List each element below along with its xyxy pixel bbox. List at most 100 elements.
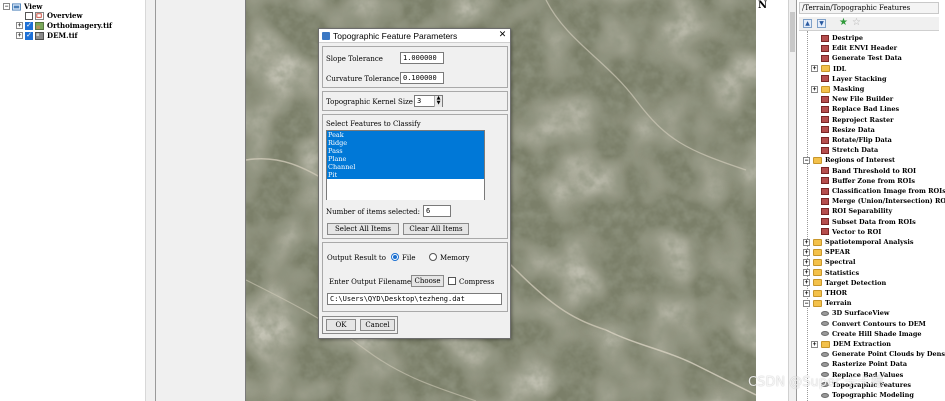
slope-tolerance-input[interactable]: 1.000000 [400,52,444,64]
toolbox-item-label: Statistics [825,268,860,277]
toolbox-item[interactable]: Band Threshold to ROI [821,166,916,176]
toolbox-item[interactable]: + SPEAR [803,247,850,257]
toolbox-item[interactable]: Layer Stacking [821,74,887,84]
expand-all-icon[interactable]: ▲ [803,19,812,28]
folder-icon [813,289,822,297]
toolbox-item[interactable]: + Target Detection [803,278,886,288]
toolbox-item-label: Topographic Modeling [832,391,914,399]
envi-app-icon [322,32,330,40]
collapse-icon[interactable]: − [3,3,10,10]
feature-item-plane[interactable]: Plane [327,155,484,163]
feature-item-ridge[interactable]: Ridge [327,139,484,147]
expand-icon[interactable]: + [803,289,810,297]
toolbox-item[interactable]: Classification Image from ROIs [821,186,945,196]
toolbox-item[interactable]: Resize Data [821,125,875,135]
collapse-icon[interactable]: − [803,156,810,164]
toolbox-item[interactable]: + THOR [803,288,847,298]
toolbox-item[interactable]: Create Hill Shade Image [821,329,922,339]
select-all-button[interactable]: Select All Items [327,223,399,235]
toolbox-item-label: Rasterize Point Data [832,360,908,369]
toolbox-item[interactable]: Generate Test Data [821,53,902,63]
toolbox-item[interactable]: − Regions of Interest [803,155,895,165]
toolbox-item[interactable]: + Masking [811,84,864,94]
toolbox-item[interactable]: Vector to ROI [821,227,881,237]
toolbox-item[interactable]: Rotate/Flip Data [821,135,892,145]
toolbox-item[interactable]: Replace Bad Lines [821,104,899,114]
toolbox-item-label: Vector to ROI [832,227,882,236]
collapse-icon[interactable]: − [803,299,810,307]
toolbox-item[interactable]: Stretch Data [821,145,878,155]
toolbox-item[interactable]: Edit ENVI Header [821,43,897,53]
toolbox-item[interactable]: Generate Point Clouds by Dense [821,349,945,359]
toolbox-search-path[interactable]: /Terrain/Topographic Features [799,2,939,14]
kernel-group: Topographic Kernel Size 3 ▲ ▼ [322,91,508,111]
output-filename-input[interactable]: C:\Users\QYD\Desktop\tezheng.dat [327,293,502,305]
layer-item-dem[interactable]: + ✓ DEM.tif [16,30,78,41]
kernel-size-value: 3 [417,97,422,105]
toolbox-item[interactable]: Reproject Raster [821,115,894,125]
ok-button[interactable]: OK [326,319,356,331]
expand-icon[interactable]: + [811,340,818,348]
toolbox-item[interactable]: + Spatiotemporal Analysis [803,237,914,247]
dialog-button-bar: OK Cancel [322,316,398,334]
toolbox-item[interactable]: 3D SurfaceView [821,308,890,318]
toolbox-item[interactable]: Topographic Modeling [821,390,914,400]
toolbox-item[interactable]: + Spectral [803,257,855,267]
scrollbar-thumb[interactable] [790,12,795,52]
toolbox-item[interactable]: ROI Separability [821,206,892,216]
tool-icon [821,126,829,134]
expand-icon[interactable]: + [803,279,810,287]
expand-icon[interactable]: + [803,238,810,246]
orthoimagery-checkbox[interactable]: ✓ [25,21,33,30]
listbox-empty-area [327,179,484,200]
toolbox-item[interactable]: + Statistics [803,268,859,278]
toolbox-item[interactable]: Convert Contours to DEM [821,319,926,329]
overview-checkbox[interactable] [25,11,33,20]
expand-icon[interactable]: + [803,258,810,266]
collapse-all-icon[interactable]: ▼ [817,19,826,28]
toolbox-item[interactable]: Merge (Union/Intersection) ROIs [821,196,945,206]
toolbox-item[interactable]: Buffer Zone from ROIs [821,176,915,186]
expand-icon[interactable]: + [811,85,818,93]
folder-icon [813,258,822,266]
favorite-icon[interactable]: ☆ [852,18,861,28]
toolbox-item[interactable]: Rasterize Point Data [821,359,907,369]
map-scrollbar[interactable] [788,0,796,401]
spinner-arrows-icon[interactable]: ▲ ▼ [434,96,442,107]
kernel-size-spinner[interactable]: 3 ▲ ▼ [414,95,443,107]
curvature-tolerance-input[interactable]: 0.100000 [400,72,444,84]
feature-listbox[interactable]: Peak Ridge Pass Plane Channel Pit [326,130,485,200]
cancel-button[interactable]: Cancel [360,319,395,331]
clear-all-button[interactable]: Clear All Items [403,223,469,235]
choose-button[interactable]: Choose [411,275,444,287]
toolbox-item-label: THOR [825,289,848,297]
feature-item-pass[interactable]: Pass [327,147,484,155]
feature-item-peak[interactable]: Peak [327,131,484,139]
compress-checkbox[interactable] [448,277,456,285]
memory-radio[interactable] [429,253,437,261]
add-favorite-icon[interactable]: ★ [839,18,848,28]
feature-item-pit[interactable]: Pit [327,171,484,179]
expand-icon[interactable]: + [803,248,810,256]
dem-checkbox[interactable]: ✓ [25,31,33,40]
expand-icon[interactable]: + [811,65,818,73]
expand-icon[interactable]: + [16,32,23,39]
toolbox-item[interactable]: Subset Data from ROIs [821,217,916,227]
toolbox-item[interactable]: + IDL [811,64,846,74]
toolbox-item[interactable]: Destripe [821,33,863,43]
slope-tolerance-label: Slope Tolerance [326,55,383,63]
tool-icon [821,54,829,62]
file-radio[interactable] [391,253,399,261]
layer-panel-scrollbar[interactable] [145,0,155,401]
toolbox-item[interactable]: New File Builder [821,94,893,104]
close-icon[interactable]: ✕ [496,29,509,42]
dialog-title-bar[interactable]: Topographic Feature Parameters ✕ [319,29,510,43]
toolbox-item[interactable]: − Terrain [803,298,851,308]
toolbox-item[interactable]: + DEM Extraction [811,339,891,349]
expand-icon[interactable]: + [803,269,810,277]
feature-item-channel[interactable]: Channel [327,163,484,171]
expand-icon[interactable]: + [16,22,23,29]
tool-icon [821,228,829,236]
toolbox-item-label: Band Threshold to ROI [832,166,917,175]
folder-icon [813,156,822,164]
